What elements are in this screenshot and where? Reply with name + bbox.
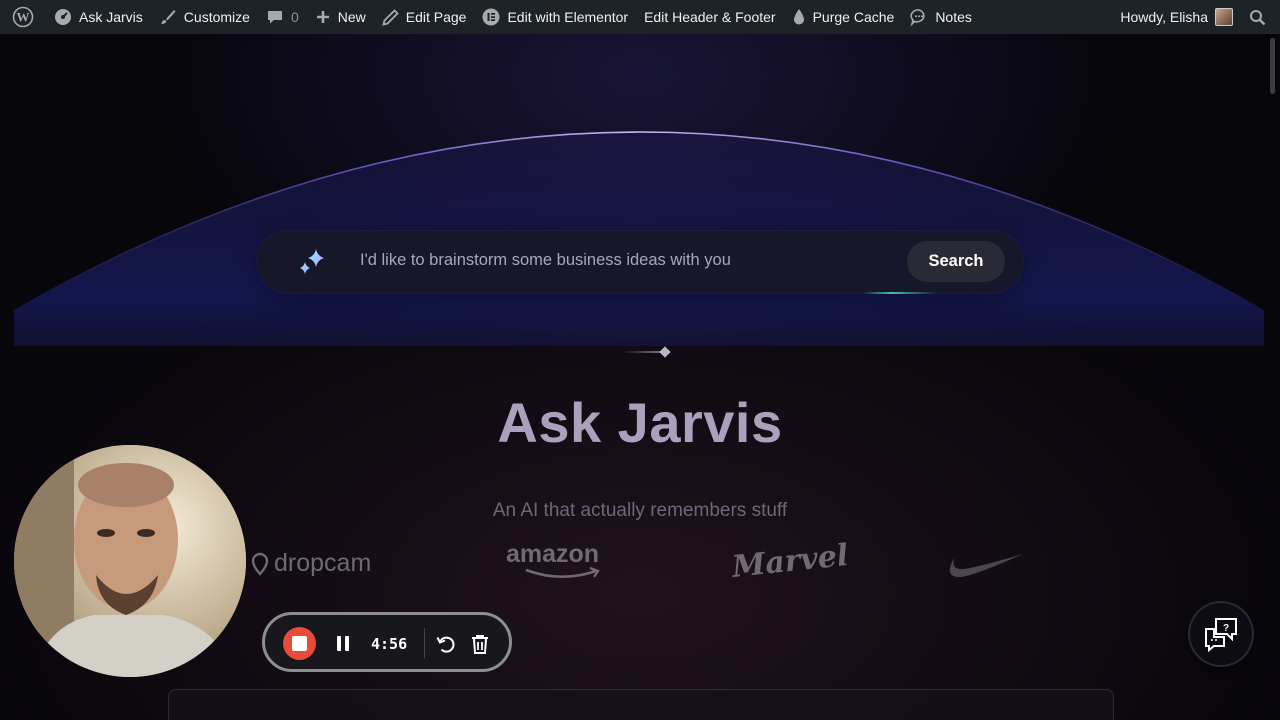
- edit-header-footer-label: Edit Header & Footer: [644, 9, 776, 25]
- avatar: [1215, 8, 1233, 26]
- search-button[interactable]: Search: [907, 241, 1005, 282]
- svg-text:W: W: [17, 10, 30, 25]
- delete-recording-icon[interactable]: [469, 633, 491, 655]
- page-scrollbar-thumb[interactable]: [1270, 38, 1275, 94]
- presenter-video-image: [14, 445, 246, 677]
- ai-prompt-bar: Search: [257, 231, 1023, 293]
- comments-count: 0: [290, 9, 299, 25]
- stop-recording-button[interactable]: [283, 627, 316, 660]
- purge-cache-label: Purge Cache: [812, 9, 895, 25]
- search-icon: [1250, 9, 1266, 25]
- new-content-menu[interactable]: New: [307, 0, 374, 34]
- edit-with-elementor-link[interactable]: Edit with Elementor: [474, 0, 636, 34]
- dashboard-gauge-icon: [55, 9, 71, 25]
- marvel-logo: Marvel: [730, 538, 849, 585]
- sparkle-icon: [300, 249, 324, 274]
- hero-arc-decoration: [13, 131, 1265, 346]
- wordpress-icon: W: [12, 6, 34, 28]
- plus-icon: [316, 11, 329, 23]
- marvel-logo-text: Marvel: [730, 538, 850, 585]
- edit-page-link[interactable]: Edit Page: [374, 0, 475, 34]
- my-account-menu[interactable]: Howdy, Elisha: [1112, 0, 1241, 34]
- purge-cache-link[interactable]: Purge Cache: [784, 0, 903, 34]
- comment-bubble-icon: [267, 11, 282, 24]
- site-name-label: Ask Jarvis: [79, 9, 143, 25]
- notes-link[interactable]: Notes: [902, 0, 980, 34]
- restart-recording-icon[interactable]: [435, 633, 457, 655]
- recorder-divider: [424, 628, 425, 658]
- chat-bubble-icon: [910, 9, 925, 26]
- prompt-input[interactable]: [360, 251, 880, 270]
- help-chat-button[interactable]: ?: [1190, 603, 1252, 665]
- section-divider: [622, 351, 664, 353]
- amazon-smile-icon: [525, 567, 600, 579]
- help-chat-icon: ?: [1205, 618, 1237, 653]
- customize-label: Customize: [183, 9, 250, 25]
- search-glow-accent: [862, 292, 936, 294]
- droplet-icon: [793, 9, 804, 25]
- wordpress-logo-menu[interactable]: W: [0, 0, 46, 34]
- recording-timer: 4:56: [371, 635, 408, 653]
- dropcam-logo: dropcam: [250, 549, 371, 578]
- amazon-logo-text: amazon: [506, 540, 600, 568]
- dropcam-logo-text: dropcam: [274, 549, 372, 577]
- edit-elementor-label: Edit with Elementor: [507, 9, 629, 25]
- nike-logo: [945, 548, 1025, 587]
- customize-link[interactable]: Customize: [151, 0, 258, 34]
- new-label: New: [337, 9, 366, 25]
- page-title: Ask Jarvis: [497, 391, 783, 454]
- dropcam-pin-icon: [251, 552, 269, 576]
- edit-page-label: Edit Page: [405, 9, 467, 25]
- screen-recorder-controls: 4:56: [262, 612, 512, 672]
- notes-label: Notes: [935, 9, 972, 25]
- wp-admin-bar: W Ask Jarvis Customize 0 New Edit Page E…: [0, 0, 1280, 34]
- content-panel-edge: [168, 689, 1114, 720]
- pause-recording-button[interactable]: [337, 636, 349, 651]
- howdy-label: Howdy, Elisha: [1120, 9, 1208, 25]
- svg-text:?: ?: [1223, 623, 1229, 634]
- paintbrush-icon: [161, 10, 176, 24]
- page-scrollbar[interactable]: [1270, 36, 1276, 716]
- pencil-icon: [382, 8, 399, 26]
- comments-link[interactable]: 0: [258, 0, 307, 34]
- nike-swoosh-icon: [949, 554, 1023, 578]
- edit-header-footer-link[interactable]: Edit Header & Footer: [636, 0, 784, 34]
- webcam-bubble: [14, 445, 246, 677]
- amazon-logo: amazon: [506, 540, 600, 579]
- site-name-menu[interactable]: Ask Jarvis: [46, 0, 151, 34]
- admin-search-button[interactable]: [1241, 0, 1280, 34]
- elementor-icon: [482, 8, 500, 26]
